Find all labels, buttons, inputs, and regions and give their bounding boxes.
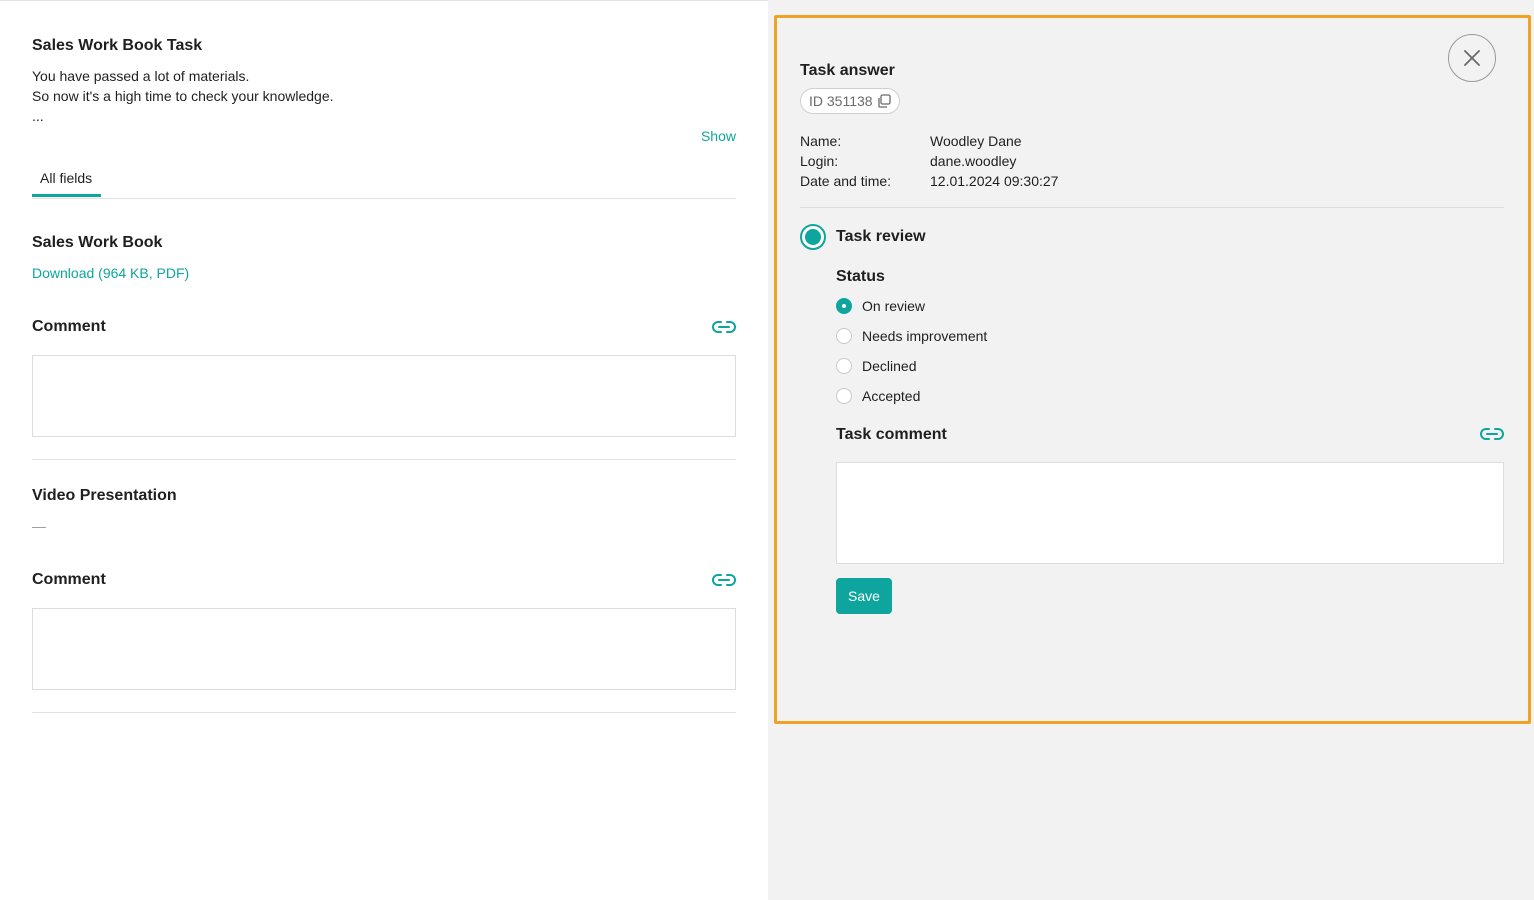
tab-active-indicator: [32, 194, 101, 197]
login-value: dane.woodley: [930, 153, 1017, 169]
name-label: Name:: [800, 133, 842, 149]
status-radio-on-review[interactable]: [836, 298, 852, 314]
task-review-radio[interactable]: [800, 224, 826, 250]
task-comment-label: Task comment: [836, 426, 947, 443]
field-sales-work-book-title: Sales Work Book: [32, 234, 163, 251]
link-icon[interactable]: [712, 573, 736, 587]
name-value: Woodley Dane: [930, 133, 1022, 149]
status-radio-needs-improvement[interactable]: [836, 328, 852, 344]
task-description-ellipsis: ...: [32, 108, 44, 124]
status-option-label: Declined: [862, 358, 917, 374]
task-title: Sales Work Book Task: [32, 37, 203, 54]
task-review-title: Task review: [836, 228, 926, 245]
tabs-divider: [32, 198, 736, 199]
status-option-label: Accepted: [862, 388, 921, 404]
download-link[interactable]: Download (964 KB, PDF): [32, 263, 189, 283]
show-more-link[interactable]: Show: [701, 126, 736, 146]
field-video-presentation-value: —: [32, 518, 46, 534]
status-radio-accepted[interactable]: [836, 388, 852, 404]
task-comment-textarea[interactable]: [836, 462, 1504, 564]
field-video-presentation-title: Video Presentation: [32, 487, 177, 504]
task-description-line-2: So now it's a high time to check your kn…: [32, 88, 334, 104]
status-radio-declined[interactable]: [836, 358, 852, 374]
copy-icon[interactable]: [877, 94, 891, 108]
section-divider-1: [32, 459, 736, 460]
comment-textarea-1[interactable]: [32, 355, 736, 437]
login-label: Login:: [800, 153, 839, 169]
comment-textarea-2[interactable]: [32, 608, 736, 690]
info-divider: [800, 207, 1504, 208]
task-content-pane: Sales Work Book Task You have passed a l…: [0, 0, 768, 900]
tab-all-fields[interactable]: All fields: [40, 168, 92, 188]
close-button[interactable]: [1448, 34, 1496, 82]
status-option-label: On review: [862, 298, 926, 314]
task-description-line-1: You have passed a lot of materials.: [32, 68, 250, 84]
id-label: ID 351138: [809, 93, 873, 109]
task-answer-panel: Task answer ID 351138 Name: Woodley Dane…: [774, 15, 1531, 724]
save-button[interactable]: Save: [836, 578, 892, 614]
close-icon: [1464, 50, 1480, 66]
datetime-label: Date and time:: [800, 173, 892, 189]
status-label: Status: [836, 268, 885, 285]
link-icon[interactable]: [1480, 427, 1504, 441]
comment-label-1: Comment: [32, 318, 106, 335]
comment-label-2: Comment: [32, 571, 106, 588]
panel-title: Task answer: [800, 62, 895, 79]
status-option-label: Needs improvement: [862, 328, 988, 344]
section-divider-2: [32, 712, 736, 713]
datetime-value: 12.01.2024 09:30:27: [930, 173, 1059, 189]
id-chip[interactable]: ID 351138: [800, 88, 900, 114]
link-icon[interactable]: [712, 320, 736, 334]
